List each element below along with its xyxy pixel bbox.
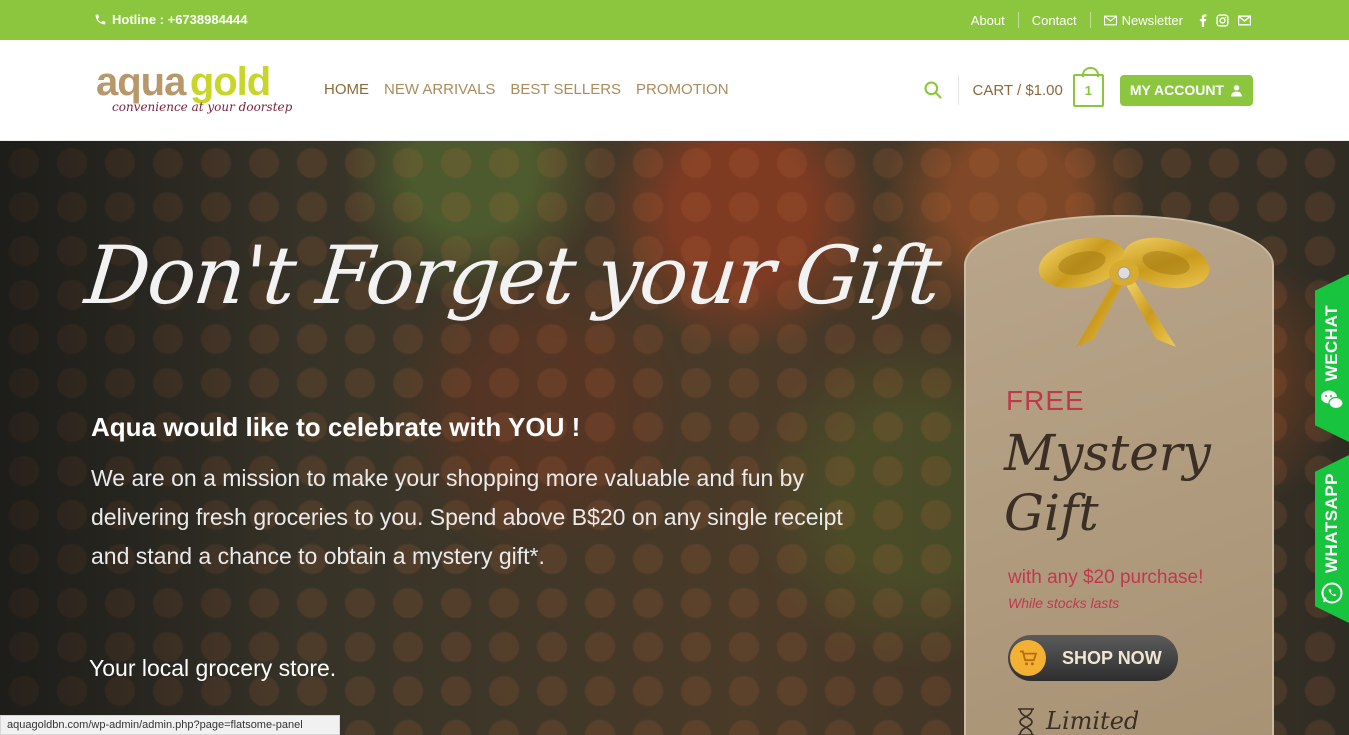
gift-title: Mystery Gift	[1004, 423, 1211, 543]
divider	[1017, 12, 1019, 28]
gift-title-line1: Mystery	[1004, 424, 1211, 482]
contact-link[interactable]: Contact	[1032, 13, 1077, 28]
gift-title-line2: Gift	[1004, 484, 1099, 542]
shopping-cart-icon	[1010, 640, 1046, 676]
main-nav: HOME NEW ARRIVALS BEST SELLERS PROMOTION	[324, 81, 729, 98]
user-icon	[1231, 84, 1242, 96]
newsletter-label: Newsletter	[1121, 12, 1183, 28]
whatsapp-icon	[1321, 582, 1343, 604]
instagram-icon[interactable]	[1216, 13, 1229, 27]
search-icon	[923, 81, 942, 99]
cart-link[interactable]: CART / $1.00	[973, 82, 1063, 99]
search-button[interactable]	[918, 75, 948, 105]
wechat-icon	[1321, 390, 1344, 410]
shop-now-label: SHOP NOW	[1062, 647, 1162, 668]
logo-tagline: convenience at your doorstep	[112, 100, 293, 114]
divider	[1089, 12, 1091, 28]
about-link[interactable]: About	[971, 13, 1005, 28]
facebook-icon[interactable]	[1199, 13, 1207, 27]
my-account-label: MY ACCOUNT	[1129, 82, 1224, 98]
whatsapp-tab[interactable]: WHATSAPP	[1315, 455, 1349, 623]
status-url-bar: aquagoldbn.com/wp-admin/admin.php?page=f…	[0, 715, 340, 735]
shop-now-button[interactable]: SHOP NOW	[1008, 635, 1178, 681]
my-account-button[interactable]: MY ACCOUNT	[1119, 74, 1253, 106]
hourglass-icon	[1018, 708, 1034, 735]
wechat-tab[interactable]: WECHAT	[1315, 274, 1349, 442]
hotline-text: Hotline : +6738984444	[112, 12, 248, 27]
hero-body: We are on a mission to make your shoppin…	[91, 465, 843, 569]
hero-headline: Don't Forget your Gift !	[81, 229, 998, 322]
cart-count-icon[interactable]: 1	[1072, 66, 1104, 107]
nav-promotion[interactable]: PROMOTION	[636, 81, 729, 98]
logo-aqua: aqua	[96, 60, 186, 104]
nav-home[interactable]: HOME	[324, 81, 369, 98]
gift-condition: with any $20 purchase!	[1008, 567, 1204, 588]
site-header: aqua gold convenience at your doorstep H…	[0, 40, 1349, 141]
hero-banner: Don't Forget your Gift ! Aqua would like…	[0, 141, 1349, 735]
gold-ribbon-bow-icon	[1038, 237, 1210, 347]
top-bar: Hotline : +6738984444 About Contact News…	[0, 0, 1349, 40]
wechat-label: WECHAT	[1322, 304, 1341, 382]
gift-free-label: FREE	[1006, 385, 1085, 416]
nav-best-sellers[interactable]: BEST SELLERS	[510, 81, 621, 98]
hotline[interactable]: Hotline : +6738984444	[94, 12, 248, 27]
newsletter-link[interactable]: Newsletter	[1103, 12, 1183, 28]
email-icon[interactable]	[1238, 14, 1251, 26]
gift-limited-label: Limited	[1046, 707, 1140, 735]
envelope-icon	[1103, 15, 1117, 25]
hero-subheading: Aqua would like to celebrate with YOU !	[91, 412, 581, 442]
nav-new-arrivals[interactable]: NEW ARRIVALS	[384, 81, 495, 98]
site-logo[interactable]: aqua gold convenience at your doorstep	[96, 62, 296, 122]
gift-tag-card: FREE Mystery Gift with any $20 purchase!…	[964, 215, 1274, 735]
divider	[957, 75, 959, 105]
hero-tagline: Your local grocery store.	[89, 655, 337, 681]
whatsapp-label: WHATSAPP	[1322, 472, 1341, 573]
gift-stock-note: While stocks lasts	[1008, 595, 1120, 611]
phone-icon	[95, 14, 106, 25]
logo-gold: gold	[189, 60, 271, 104]
